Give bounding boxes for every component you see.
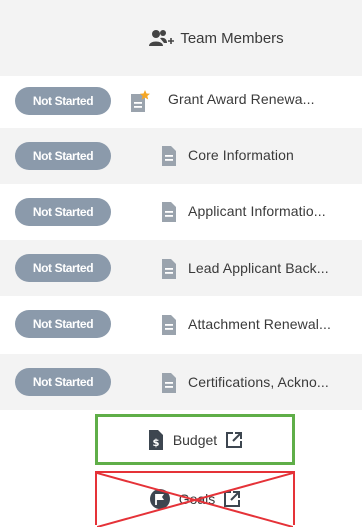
document-icon — [162, 373, 176, 393]
flag-circle-icon — [149, 489, 170, 509]
list-item-certifications[interactable]: Not Started Certifications, Ackno... — [0, 354, 362, 410]
document-icon — [162, 259, 176, 279]
item-label: Applicant Informatio... — [188, 203, 326, 219]
status-badge: Not Started — [15, 198, 111, 226]
status-badge: Not Started — [15, 142, 111, 170]
document-icon — [162, 202, 176, 222]
goals-link[interactable]: Goals — [95, 471, 295, 527]
svg-text:$: $ — [152, 438, 159, 449]
status-badge: Not Started — [15, 87, 111, 115]
form-star-icon — [131, 90, 150, 112]
item-label: Grant Award Renewa... — [168, 91, 315, 107]
item-label: Attachment Renewal... — [188, 316, 331, 332]
status-badge: Not Started — [15, 368, 111, 396]
item-label: Certifications, Ackno... — [188, 374, 329, 390]
list-item-lead-applicant-background[interactable]: Not Started Lead Applicant Back... — [0, 240, 362, 296]
team-members-label: Team Members — [180, 29, 284, 47]
document-icon — [162, 315, 176, 335]
budget-link[interactable]: $ Budget — [95, 414, 295, 465]
status-badge: Not Started — [15, 310, 111, 338]
status-badge: Not Started — [15, 254, 111, 282]
external-link-icon[interactable] — [225, 431, 243, 449]
item-label: Lead Applicant Back... — [188, 260, 329, 276]
budget-label: Budget — [172, 431, 218, 448]
list-item-applicant-information[interactable]: Not Started Applicant Informatio... — [0, 184, 362, 240]
item-label: Core Information — [188, 147, 294, 163]
external-link-icon[interactable] — [223, 490, 241, 508]
goals-label: Goals — [178, 491, 216, 507]
team-members-button[interactable]: Team Members — [148, 28, 284, 48]
team-members-header[interactable]: Team Members — [0, 0, 362, 76]
list-item-core-information[interactable]: Not Started Core Information — [0, 128, 362, 184]
document-icon — [162, 146, 176, 166]
list-item-grant-award-renewal[interactable]: Not Started Grant Award Renewa... — [0, 73, 362, 129]
team-members-icon — [149, 30, 175, 46]
dollar-document-icon: $ — [148, 429, 163, 450]
list-item-attachment-renewal[interactable]: Not Started Attachment Renewal... — [0, 296, 362, 352]
